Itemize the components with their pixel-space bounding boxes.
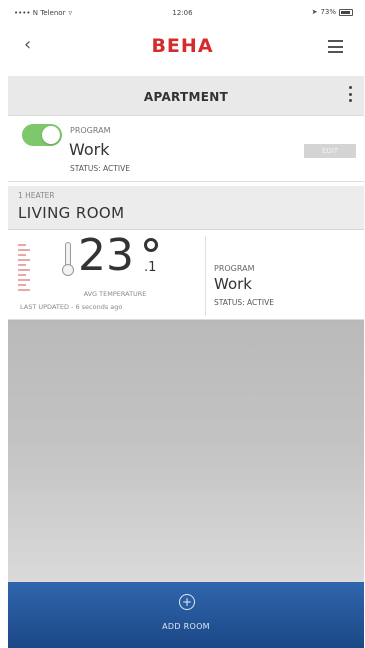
plus-circle-icon: + — [179, 594, 195, 610]
heat-level-icon — [18, 244, 30, 296]
temperature-value: 23 — [78, 230, 134, 281]
location-icon: ➤ — [311, 8, 318, 16]
room-header[interactable]: 1 HEATER LIVING ROOM — [8, 186, 364, 230]
empty-content-area — [8, 320, 364, 582]
heater-count: 1 HEATER — [18, 191, 55, 200]
battery-icon — [339, 8, 353, 16]
temperature-decimal: .1 — [144, 260, 157, 275]
room-program-label: PROGRAM — [214, 264, 255, 273]
room-program-status: STATUS: ACTIVE — [214, 298, 274, 307]
degree-icon — [144, 238, 158, 252]
kebab-icon[interactable] — [348, 86, 352, 102]
card-divider — [205, 236, 206, 316]
battery-percent: 73% — [320, 8, 336, 16]
apartment-title: APARTMENT — [143, 90, 229, 104]
avg-temperature-label: AVG TEMPERATURE — [83, 290, 147, 298]
brand-logo: BEHA — [151, 35, 214, 57]
hamburger-icon[interactable] — [328, 40, 343, 53]
room-card[interactable]: 23 .1 AVG TEMPERATURE LAST UPDATED - 6 s… — [8, 232, 364, 320]
apartment-bar: APARTMENT — [8, 76, 364, 116]
app-header: ‹ BEHA — [0, 24, 365, 68]
add-room-label: ADD ROOM — [162, 622, 210, 631]
program-toggle[interactable] — [22, 124, 62, 146]
room-program-name: Work — [214, 275, 252, 293]
toggle-knob — [42, 126, 60, 144]
program-name: Work — [69, 140, 110, 159]
program-status: STATUS: ACTIVE — [70, 164, 130, 173]
add-room-button[interactable]: + ADD ROOM — [8, 582, 364, 648]
program-label: PROGRAM — [70, 126, 111, 135]
program-row: PROGRAM Work STATUS: ACTIVE EDIT — [8, 120, 364, 182]
last-updated: LAST UPDATED - 6 seconds ago — [20, 303, 123, 311]
status-bar: •••• N Telenor ▿ 12:06 ➤ 73% — [0, 0, 365, 22]
edit-button[interactable]: EDIT — [304, 144, 356, 158]
thermometer-icon — [62, 242, 74, 276]
battery-info: ➤ 73% — [312, 8, 353, 16]
clock: 12:06 — [172, 9, 193, 17]
room-name: LIVING ROOM — [18, 204, 125, 222]
